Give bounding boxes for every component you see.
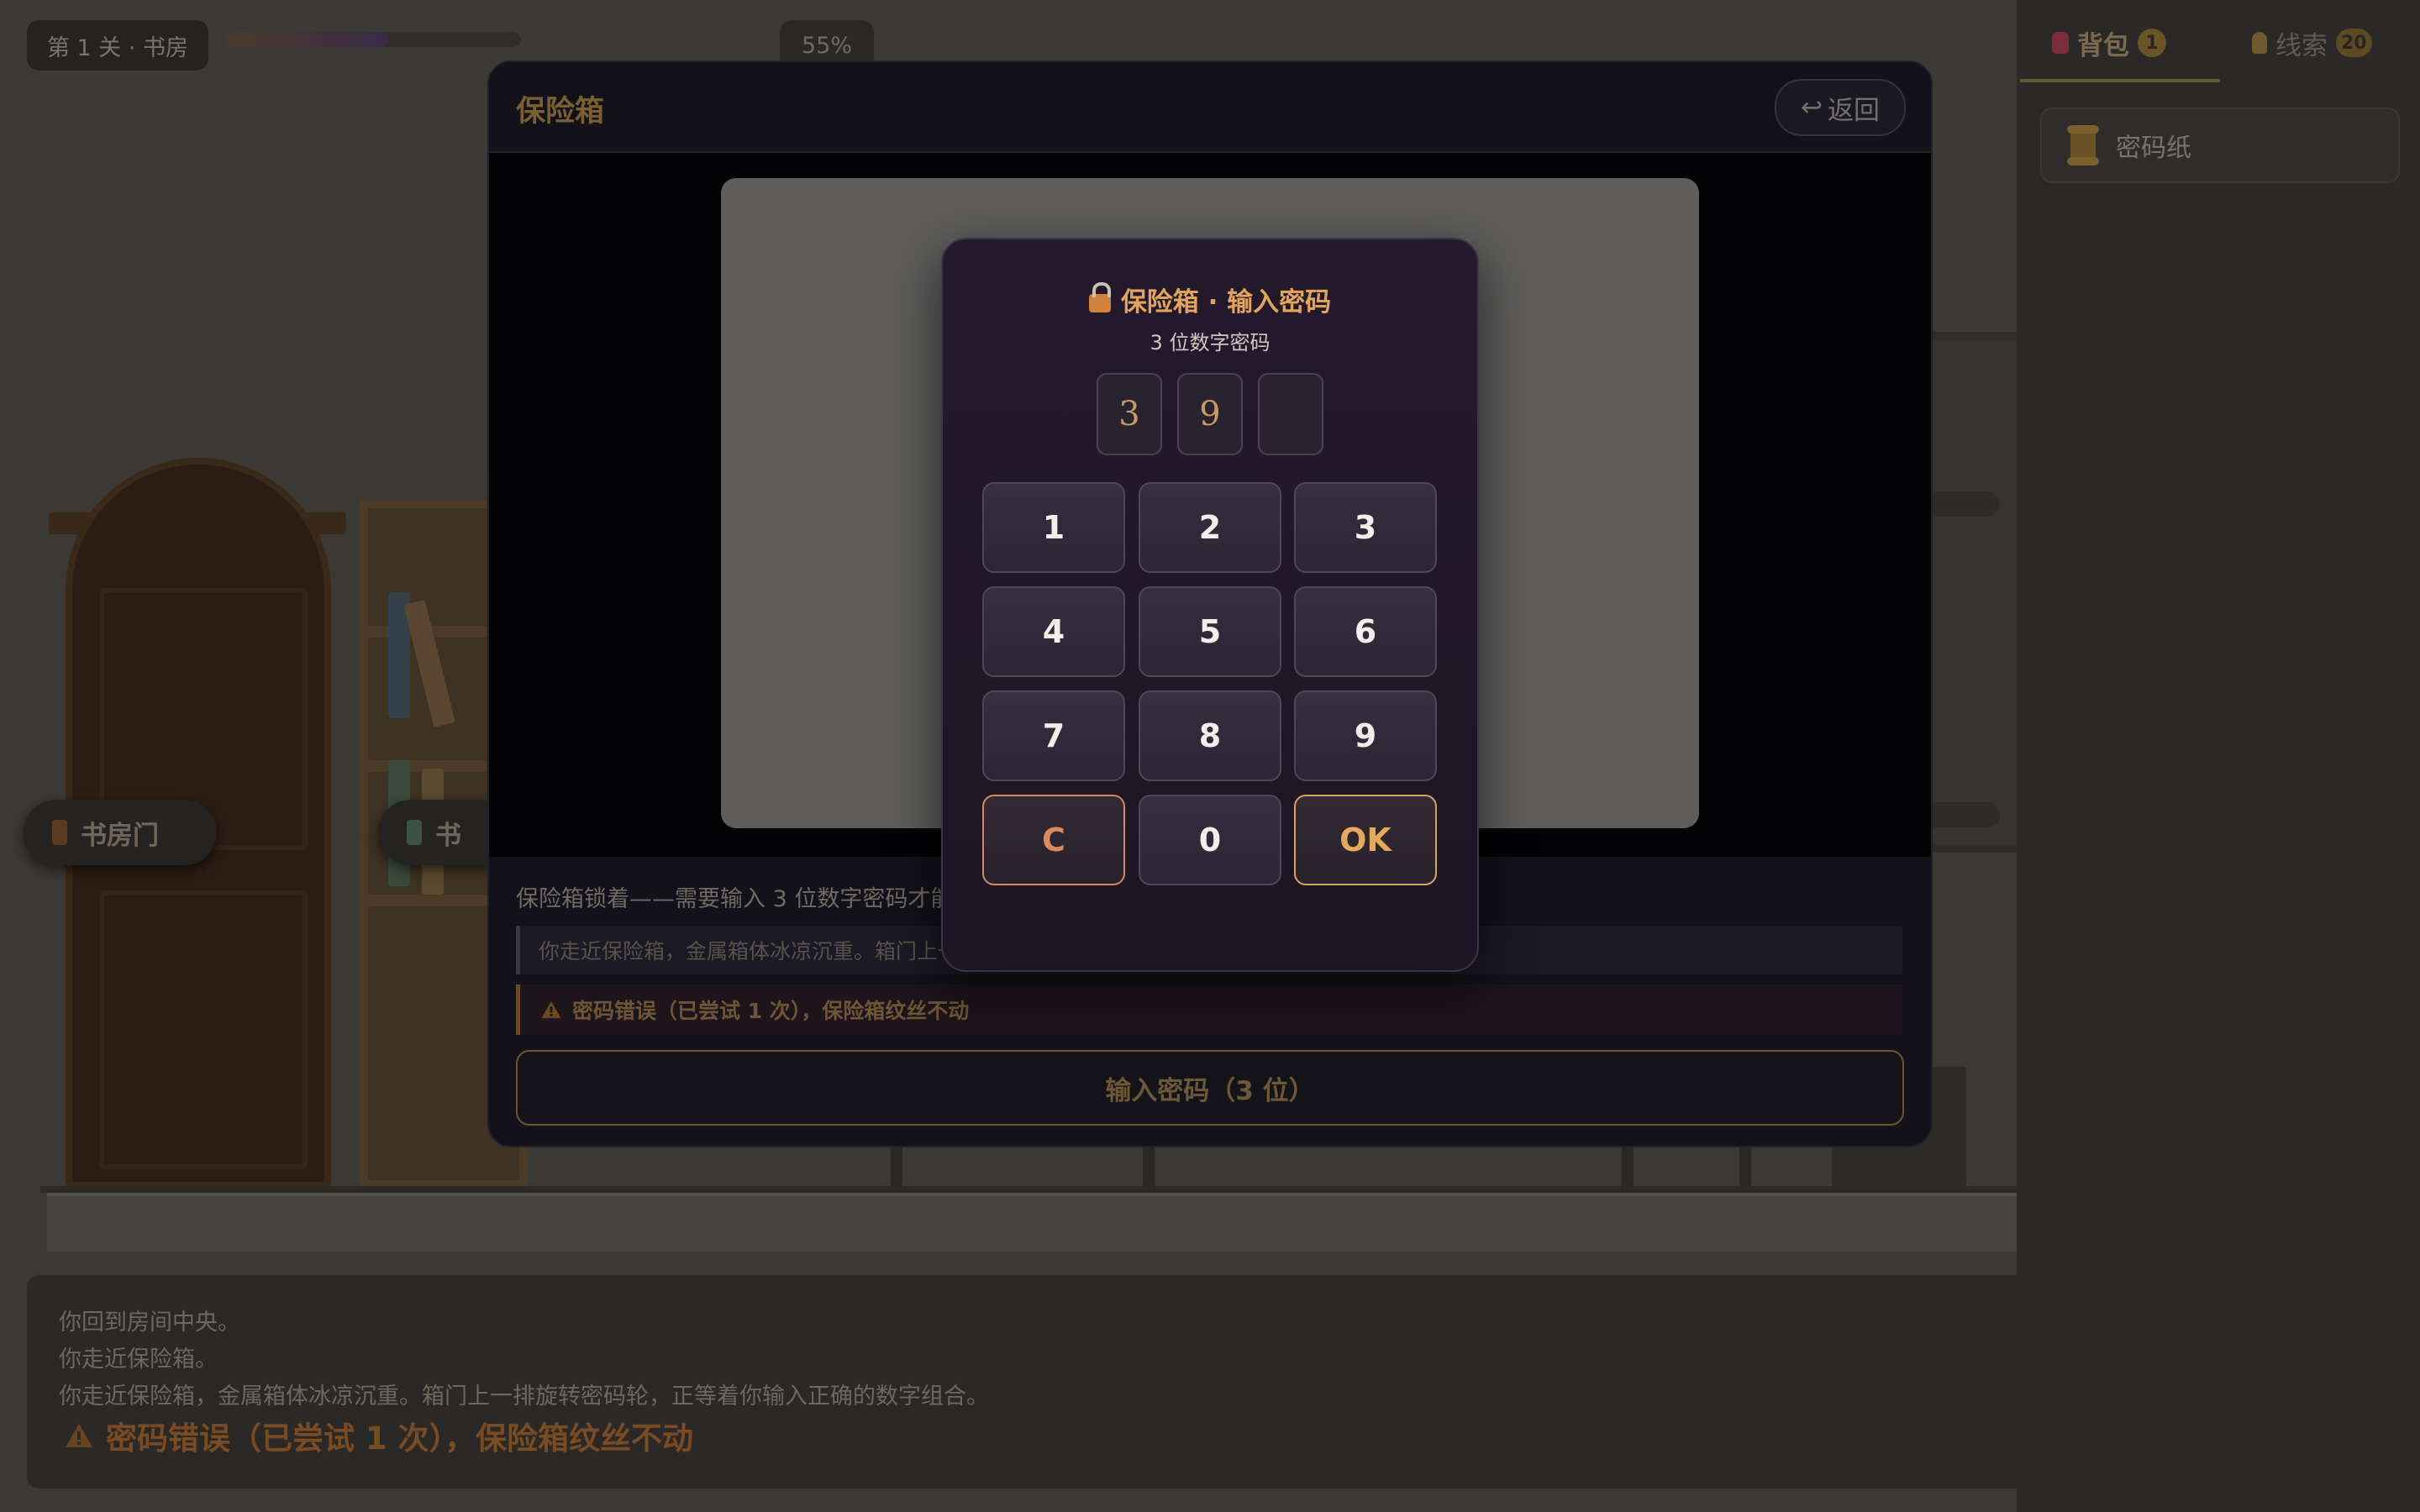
unlock-icon [1088, 281, 1111, 312]
level-indicator: 第 1 关 · 书房 [27, 20, 208, 71]
digit-slot [1258, 373, 1323, 455]
log-warning: 密码错误（已尝试 1 次），保险箱纹丝不动 [64, 1413, 693, 1458]
safe-modal-header [487, 60, 1933, 153]
tab-count: 1 [2138, 29, 2166, 57]
digit-slot: 3 [1097, 373, 1162, 455]
key-1[interactable]: 1 [982, 482, 1125, 573]
inventory-item-label: 密码纸 [2116, 134, 2191, 163]
books-icon [407, 820, 422, 845]
key-6[interactable]: 6 [1294, 586, 1437, 677]
door-panel [99, 890, 308, 1169]
inventory-item-password-paper[interactable]: 密码纸 [2040, 108, 2400, 183]
scroll-icon [2067, 125, 2099, 165]
tab-label: 背包 [2077, 30, 2129, 61]
key-7[interactable]: 7 [982, 690, 1125, 781]
hotspot-label: 书 [435, 820, 461, 851]
key-2[interactable]: 2 [1139, 482, 1281, 573]
log-warning-text: 密码错误（已尝试 1 次），保险箱纹丝不动 [106, 1420, 694, 1457]
hotspot-study-door[interactable]: 书房门 [24, 800, 217, 865]
key-5[interactable]: 5 [1139, 586, 1281, 677]
log-line: 你回到房间中央。 [59, 1310, 240, 1336]
book [403, 600, 455, 727]
active-tab-indicator [2020, 79, 2220, 82]
keypad-title: 保险箱 · 输入密码 [941, 281, 1479, 318]
backpack-icon [2052, 32, 2069, 54]
lightbulb-icon [2252, 32, 2267, 54]
keypad-subtitle: 3 位数字密码 [1150, 331, 1270, 354]
key-3[interactable]: 3 [1294, 482, 1437, 573]
tab-clues[interactable]: 线索 20 [2252, 17, 2372, 69]
return-arrow-icon: ↩ [1801, 92, 1823, 123]
key-4[interactable]: 4 [982, 586, 1125, 677]
back-button-label: 返回 [1827, 95, 1880, 126]
tab-label: 线索 [2275, 30, 2328, 61]
log-line: 你走近保险箱，金属箱体冰凉沉重。箱门上一排旋转密码轮，正等着你输入正确的数字组合… [59, 1383, 989, 1410]
back-button[interactable]: ↩ 返回 [1775, 79, 1906, 136]
progress-fill [225, 32, 388, 47]
safe-warning: 密码错误（已尝试 1 次），保险箱纹丝不动 [516, 984, 1902, 1035]
tab-count: 20 [2336, 29, 2372, 57]
safe-note-text: 你走近保险箱，金属箱体冰凉沉重。箱门上一 [539, 939, 960, 963]
keypad-title-text: 保险箱 · 输入密码 [1120, 287, 1332, 318]
key-clear[interactable]: C [982, 795, 1125, 885]
safe-warning-text: 密码错误（已尝试 1 次），保险箱纹丝不动 [572, 999, 970, 1023]
log-line: 你走近保险箱。 [59, 1347, 218, 1373]
enter-password-button[interactable]: 输入密码（3 位） [516, 1050, 1904, 1126]
safe-description: 保险箱锁着——需要输入 3 位数字密码才能 [516, 886, 954, 912]
safe-modal-title: 保险箱 [516, 95, 605, 129]
tab-backpack[interactable]: 背包 1 [2052, 17, 2166, 69]
hotspot-label: 书房门 [81, 820, 159, 851]
door-icon [52, 820, 67, 845]
key-0[interactable]: 0 [1139, 795, 1281, 885]
progress-bar [225, 32, 521, 47]
key-9[interactable]: 9 [1294, 690, 1437, 781]
digit-slot: 9 [1177, 373, 1243, 455]
key-ok[interactable]: OK [1294, 795, 1437, 885]
key-8[interactable]: 8 [1139, 690, 1281, 781]
warning-icon [541, 1000, 561, 1019]
warning-icon [66, 1424, 92, 1447]
